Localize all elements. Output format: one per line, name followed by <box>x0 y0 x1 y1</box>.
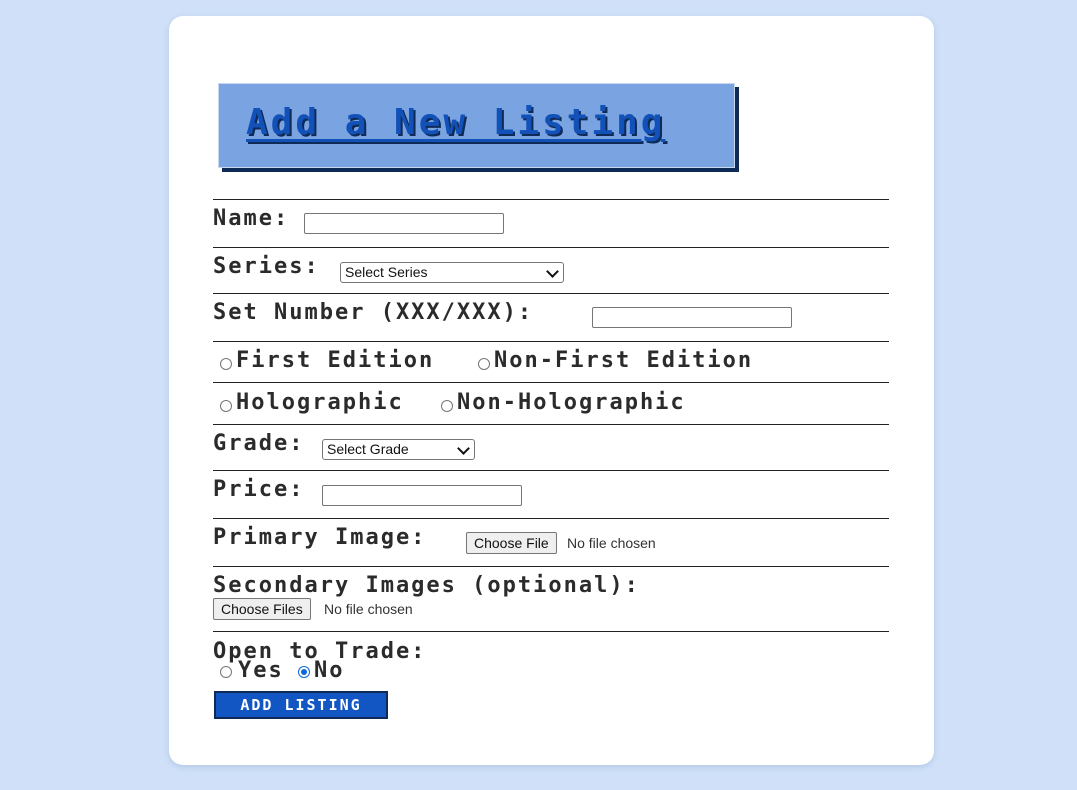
set-number-label: Set Number (XXX/XXX): <box>213 300 534 325</box>
page-title: Add a New Listing <box>246 102 666 143</box>
series-row: Series: Select Series <box>213 247 889 294</box>
listing-card: Add a New Listing Name: Series: Select S… <box>169 16 934 765</box>
set-number-row: Set Number (XXX/XXX): <box>213 293 889 342</box>
secondary-images-row: Secondary Images (optional): Choose File… <box>213 566 889 632</box>
trade-no-label: No <box>314 658 345 683</box>
series-select[interactable]: Select Series <box>340 262 564 283</box>
set-number-input[interactable] <box>592 307 792 328</box>
holographic-radio[interactable] <box>220 400 232 412</box>
holographic-label: Holographic <box>236 390 404 415</box>
choose-files-button[interactable]: Choose Files <box>213 598 311 620</box>
edition-row: First Edition Non-First Edition <box>213 341 889 383</box>
trade-row: Open to Trade: Yes No <box>213 631 889 690</box>
grade-label: Grade: <box>213 431 305 456</box>
choose-file-button[interactable]: Choose File <box>466 532 557 554</box>
non-holographic-label: Non-Holographic <box>457 390 686 415</box>
primary-image-label: Primary Image: <box>213 525 427 550</box>
price-label: Price: <box>213 477 305 502</box>
series-label: Series: <box>213 254 320 279</box>
holo-row: Holographic Non-Holographic <box>213 382 889 425</box>
name-input[interactable] <box>304 213 504 234</box>
grade-row: Grade: Select Grade <box>213 424 889 471</box>
non-holographic-radio[interactable] <box>441 400 453 412</box>
grade-select[interactable]: Select Grade <box>322 439 475 460</box>
first-edition-radio[interactable] <box>220 358 232 370</box>
series-selected-value: Select Series <box>345 264 428 280</box>
trade-no-radio[interactable] <box>298 666 310 678</box>
non-first-edition-label: Non-First Edition <box>494 348 754 373</box>
non-first-edition-radio[interactable] <box>478 358 490 370</box>
primary-image-row: Primary Image: Choose File No file chose… <box>213 518 889 567</box>
price-input[interactable] <box>322 485 522 506</box>
name-row: Name: <box>213 199 889 248</box>
title-banner: Add a New Listing <box>218 83 735 168</box>
secondary-images-label: Secondary Images (optional): <box>213 573 640 598</box>
trade-yes-label: Yes <box>238 658 284 683</box>
secondary-file-status: No file chosen <box>324 601 413 617</box>
add-listing-button[interactable]: ADD LISTING <box>214 691 388 719</box>
price-row: Price: <box>213 470 889 519</box>
primary-file-status: No file chosen <box>567 535 656 551</box>
chevron-down-icon <box>546 265 559 278</box>
grade-selected-value: Select Grade <box>327 441 409 457</box>
trade-yes-radio[interactable] <box>220 666 232 678</box>
name-label: Name: <box>213 206 290 231</box>
chevron-down-icon <box>457 442 470 455</box>
first-edition-label: First Edition <box>236 348 435 373</box>
